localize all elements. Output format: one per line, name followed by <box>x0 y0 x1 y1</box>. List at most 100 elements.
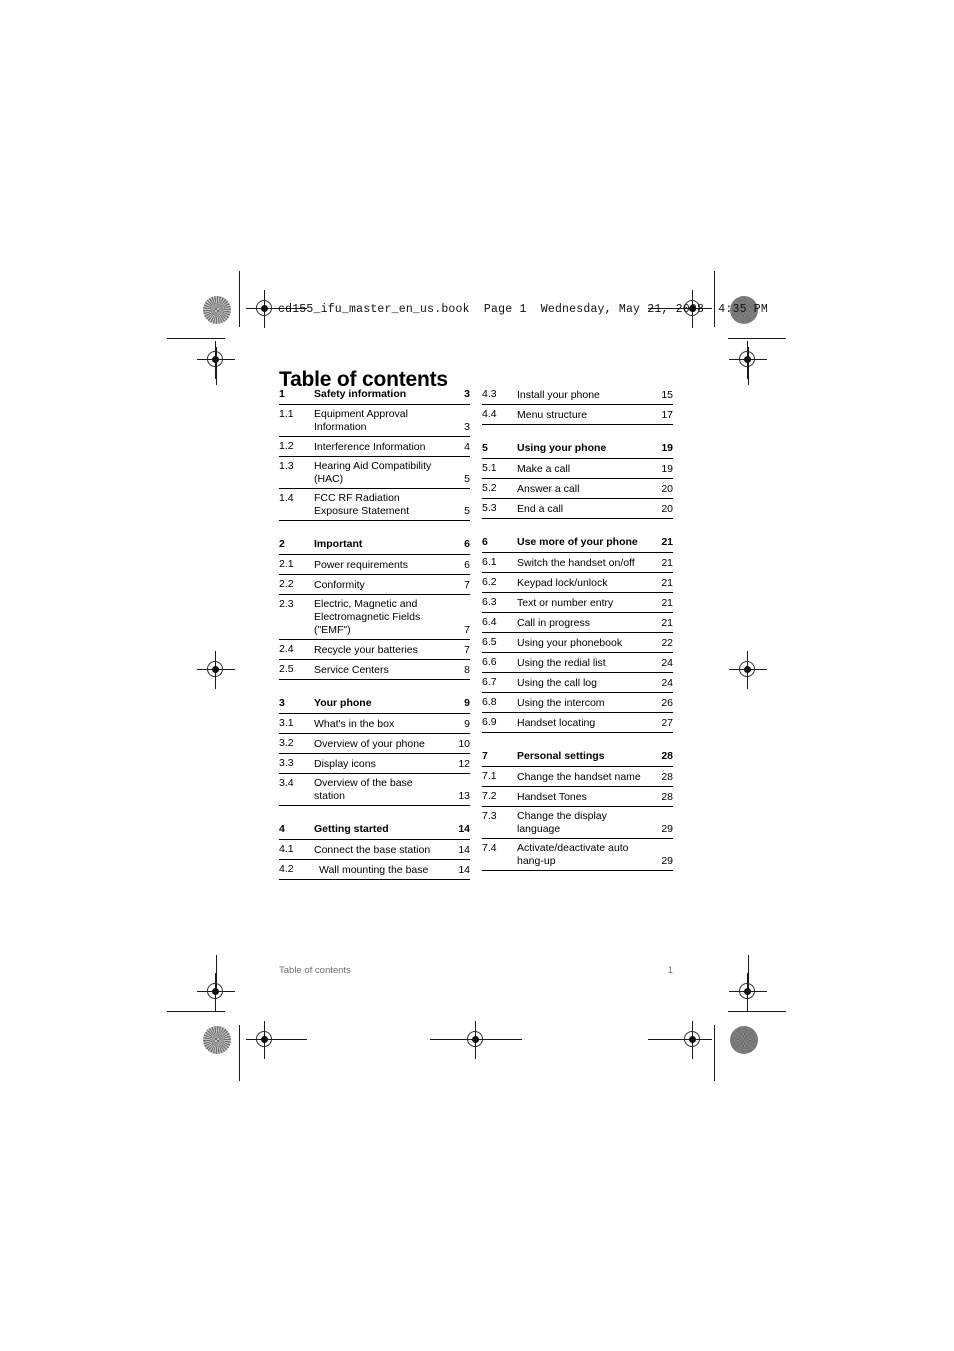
toc-entry-page-number: 9 <box>464 718 470 730</box>
toc-columns: 1 Safety information 3 1.1 Equipment Approva… <box>279 385 673 880</box>
toc-entry-label: Make a call <box>517 463 571 475</box>
toc-entry-label: Menu structure <box>517 409 588 421</box>
toc-entry-number: 2.4 <box>279 643 294 655</box>
toc-row[interactable]: 1 Safety information 3 <box>279 385 470 405</box>
toc-row[interactable]: 6.8 Using the intercom 26 <box>482 693 673 713</box>
toc-row[interactable]: 2.4 Recycle your batteries 7 <box>279 640 470 660</box>
toc-entry-page-number: 29 <box>661 823 673 835</box>
toc-row[interactable]: 2 Important 6 <box>279 535 470 555</box>
toc-entry-page-number: 6 <box>464 559 470 571</box>
toc-row[interactable]: 2.2 Conformity 7 <box>279 575 470 595</box>
toc-row[interactable]: 7.3 Change the display language 29 <box>482 807 673 839</box>
toc-entry-label: Using your phonebook <box>517 637 623 649</box>
toc-entry-page-number: 20 <box>661 503 673 515</box>
toc-entry-label: Switch the handset on/off <box>517 557 635 569</box>
toc-row[interactable]: 6.3 Text or number entry 21 <box>482 593 673 613</box>
toc-entry-number: 2 <box>279 538 285 550</box>
toc-entry-number: 7.2 <box>482 790 497 802</box>
toc-row[interactable]: 3 Your phone 9 <box>279 694 470 714</box>
toc-entry-page-number: 6 <box>464 538 470 550</box>
toc-row[interactable]: 3.1 What's in the box 9 <box>279 714 470 734</box>
toc-entry-page-number: 10 <box>458 738 470 750</box>
toc-entry-number: 2.2 <box>279 578 294 590</box>
toc-entry-number: 1.2 <box>279 440 294 452</box>
toc-entry-label: Install your phone <box>517 389 600 401</box>
toc-entry-page-number: 3 <box>464 421 470 433</box>
toc-row[interactable]: 1.4 FCC RF Radiation Exposure Statement 5 <box>279 489 470 521</box>
toc-entry-number: 1 <box>279 388 285 400</box>
toc-row[interactable]: 6.1 Switch the handset on/off 21 <box>482 553 673 573</box>
toc-entry-page-number: 28 <box>661 771 673 783</box>
toc-row[interactable]: 4.1 Connect the base station 14 <box>279 840 470 860</box>
toc-entry-page-number: 17 <box>661 409 673 421</box>
footer-page-number: 1 <box>667 965 673 976</box>
toc-row[interactable]: 1.1 Equipment Approval Information 3 <box>279 405 470 437</box>
toc-row[interactable]: 4.4 Menu structure 17 <box>482 405 673 425</box>
toc-entry-number: 4.3 <box>482 388 497 400</box>
toc-row[interactable]: 5.2 Answer a call 20 <box>482 479 673 499</box>
toc-row[interactable]: 3.3 Display icons 12 <box>279 754 470 774</box>
toc-row[interactable]: 6.9 Handset locating 27 <box>482 713 673 733</box>
toc-row[interactable]: 7.4 Activate/deactivate auto hang-up 29 <box>482 839 673 871</box>
toc-entry-number: 6.7 <box>482 676 497 688</box>
toc-entry-number: 6.5 <box>482 636 497 648</box>
toc-row[interactable]: 7.2 Handset Tones 28 <box>482 787 673 807</box>
toc-row[interactable]: 6.2 Keypad lock/unlock 21 <box>482 573 673 593</box>
toc-entry-label: Change the handset name <box>517 771 641 783</box>
toc-entry-label: Power requirements <box>314 559 408 571</box>
toc-entry-label: Service Centers <box>314 664 389 676</box>
toc-entry-page-number: 5 <box>464 505 470 517</box>
toc-row[interactable]: 6.7 Using the call log 24 <box>482 673 673 693</box>
toc-row[interactable]: 1.2 Interference Information 4 <box>279 437 470 457</box>
toc-entry-number: 5.3 <box>482 502 497 514</box>
toc-entry-label: Overview of your phone <box>314 738 425 750</box>
toc-entry-label: Keypad lock/unlock <box>517 577 608 589</box>
toc-row[interactable]: 7 Personal settings 28 <box>482 747 673 767</box>
toc-entry-number: 6 <box>482 536 488 548</box>
toc-row[interactable]: 4.2 Wall mounting the base 14 <box>279 860 470 880</box>
toc-entry-label: Interference Information <box>314 441 426 453</box>
toc-row[interactable]: 5.1 Make a call 19 <box>482 459 673 479</box>
toc-entry-number: 4.1 <box>279 843 294 855</box>
toc-entry-label: Important <box>314 538 363 550</box>
toc-row[interactable]: 2.3 Electric, Magnetic and Electromagneti… <box>279 595 470 640</box>
toc-entry-number: 3.3 <box>279 757 294 769</box>
toc-entry-page-number: 21 <box>661 536 673 548</box>
toc-entry-label: Recycle your batteries <box>314 644 418 656</box>
toc-entry-page-number: 22 <box>661 637 673 649</box>
toc-row[interactable]: 7.1 Change the handset name 28 <box>482 767 673 787</box>
toc-entry-page-number: 19 <box>661 463 673 475</box>
toc-entry-label: What's in the box <box>314 718 395 730</box>
toc-entry-page-number: 13 <box>458 790 470 802</box>
toc-entry-label: Display icons <box>314 758 376 770</box>
toc-row[interactable]: 2.1 Power requirements 6 <box>279 555 470 575</box>
toc-entry-number: 4 <box>279 823 285 835</box>
toc-row[interactable]: 5.3 End a call 20 <box>482 499 673 519</box>
toc-row[interactable]: 2.5 Service Centers 8 <box>279 660 470 680</box>
toc-entry-page-number: 7 <box>464 624 470 636</box>
toc-entry-page-number: 5 <box>464 473 470 485</box>
toc-entry-page-number: 12 <box>458 758 470 770</box>
toc-row[interactable]: 1.3 Hearing Aid Compatibility (HAC) 5 <box>279 457 470 489</box>
toc-entry-number: 6.4 <box>482 616 497 628</box>
toc-row[interactable]: 4.3 Install your phone 15 <box>482 385 673 405</box>
toc-entry-page-number: 20 <box>661 483 673 495</box>
toc-entry-number: 4.4 <box>482 408 497 420</box>
toc-entry-number: 3.1 <box>279 717 294 729</box>
toc-row[interactable]: 5 Using your phone 19 <box>482 439 673 459</box>
toc-entry-page-number: 21 <box>661 557 673 569</box>
toc-entry-number: 3.2 <box>279 737 294 749</box>
toc-row[interactable]: 3.2 Overview of your phone 10 <box>279 734 470 754</box>
toc-entry-page-number: 14 <box>458 864 470 876</box>
toc-row[interactable]: 4 Getting started 14 <box>279 820 470 840</box>
toc-row[interactable]: 6.6 Using the redial list 24 <box>482 653 673 673</box>
toc-entry-label: Connect the base station <box>314 844 431 856</box>
toc-entry-label: Safety information <box>314 388 407 400</box>
toc-entry-label: FCC RF Radiation Exposure Statement <box>314 492 410 517</box>
toc-entry-number: 2.3 <box>279 598 294 610</box>
toc-row[interactable]: 6 Use more of your phone 21 <box>482 533 673 553</box>
toc-row[interactable]: 3.4 Overview of the base station 13 <box>279 774 470 806</box>
toc-row[interactable]: 6.5 Using your phonebook 22 <box>482 633 673 653</box>
toc-entry-label: Activate/deactivate auto hang-up <box>517 842 629 867</box>
toc-row[interactable]: 6.4 Call in progress 21 <box>482 613 673 633</box>
